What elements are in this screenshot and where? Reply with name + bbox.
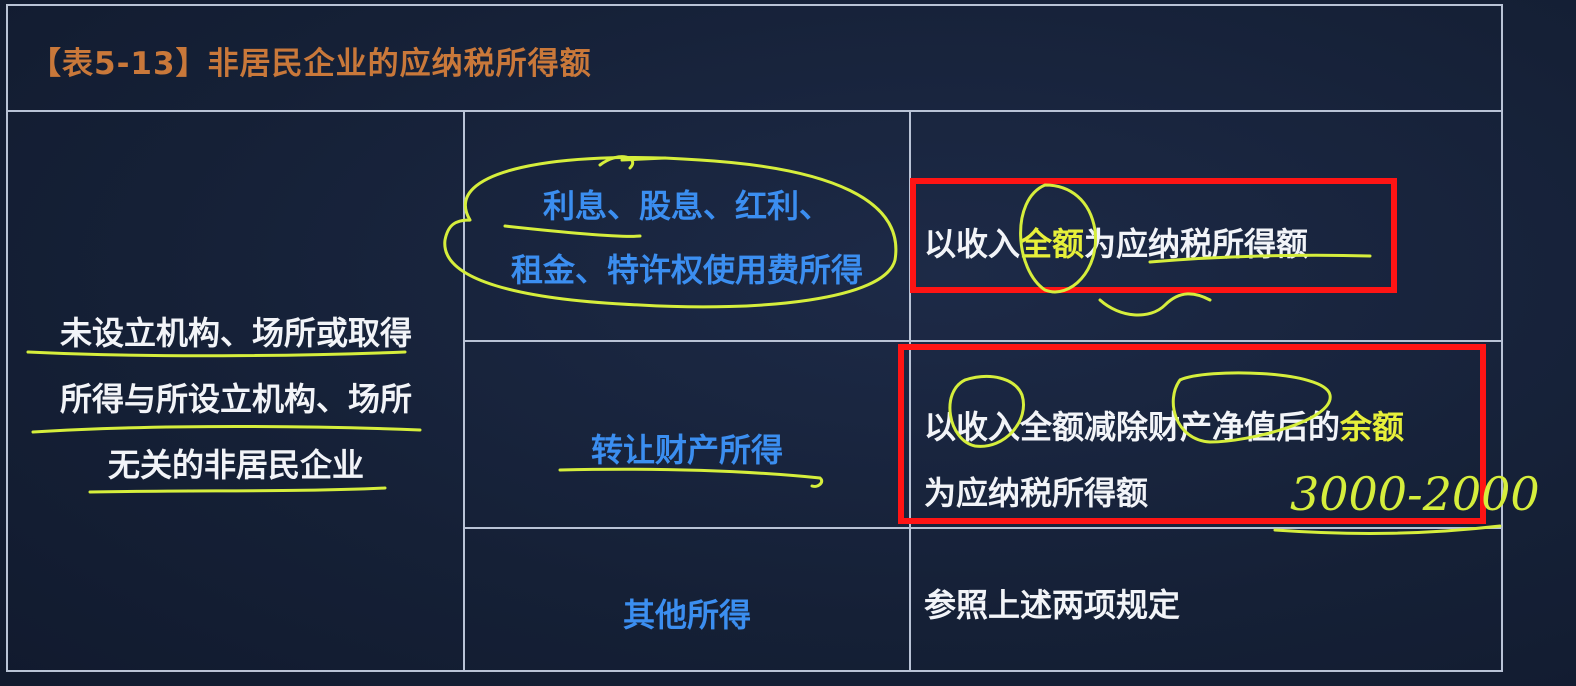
ink-circle-quane (1019, 183, 1098, 294)
ink-underline-income-1 (503, 224, 642, 238)
slide: 【表5-13】非居民企业的应纳税所得额 未设立机构、场所或取得 所得与所设立机构… (0, 0, 1576, 686)
ink-underline-income-2 (558, 467, 824, 488)
ink-circle-jingzhi (1171, 371, 1332, 444)
ink-underline-left-1 (26, 350, 407, 358)
ink-handwriting: 3000-2000 (1290, 467, 1540, 521)
ink-underline-handwriting (1273, 524, 1502, 535)
ink-underline-left-2 (31, 425, 422, 434)
ink-squiggle-row-1 (1098, 292, 1212, 317)
ink-squiggle-top (598, 155, 667, 170)
handwritten-annotations: 3000-2000 (26, 155, 1540, 535)
ink-underline-rule-1 (1148, 253, 1372, 264)
ink-circle-shouru (948, 375, 1025, 448)
ink-ellipse-income-1 (443, 156, 898, 309)
ink-underline-left-3 (88, 486, 387, 494)
